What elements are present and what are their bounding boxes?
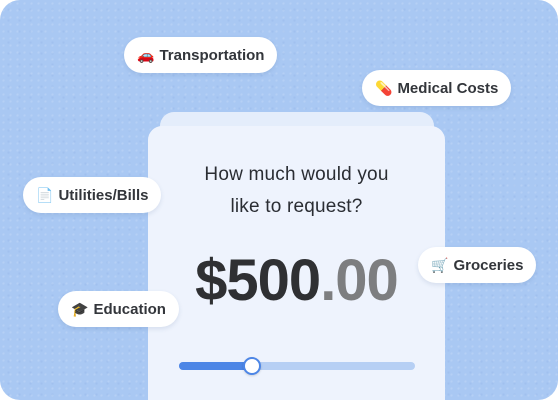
- category-chip-utilities-bills[interactable]: 📄 Utilities/Bills: [23, 177, 162, 213]
- request-illustration: How much would you like to request? $500…: [0, 0, 558, 400]
- chip-label: Utilities/Bills: [58, 186, 149, 204]
- category-chip-transportation[interactable]: 🚗 Transportation: [124, 37, 278, 73]
- request-question: How much would you like to request?: [204, 164, 389, 217]
- category-chip-medical-costs[interactable]: 💊 Medical Costs: [362, 70, 512, 106]
- chip-label: Transportation: [159, 46, 265, 64]
- chip-label: Medical Costs: [397, 79, 499, 97]
- shopping-cart-icon: 🛒: [431, 257, 449, 273]
- amount-dollars: $500: [195, 248, 321, 313]
- slider-thumb[interactable]: [243, 357, 262, 375]
- chip-label: Groceries: [453, 256, 524, 274]
- chip-label: Education: [93, 300, 166, 318]
- document-icon: 📄: [36, 187, 54, 203]
- request-card: How much would you like to request? $500…: [148, 126, 445, 400]
- graduation-cap-icon: 🎓: [71, 301, 89, 317]
- pill-icon: 💊: [375, 80, 393, 96]
- category-chip-groceries[interactable]: 🛒 Groceries: [418, 247, 537, 283]
- category-chip-education[interactable]: 🎓 Education: [58, 291, 179, 327]
- amount-slider[interactable]: [179, 357, 415, 375]
- amount-display: $500.00: [148, 248, 445, 314]
- car-icon: 🚗: [137, 47, 155, 63]
- amount-cents: .00: [320, 248, 399, 313]
- slider-fill: [179, 362, 253, 370]
